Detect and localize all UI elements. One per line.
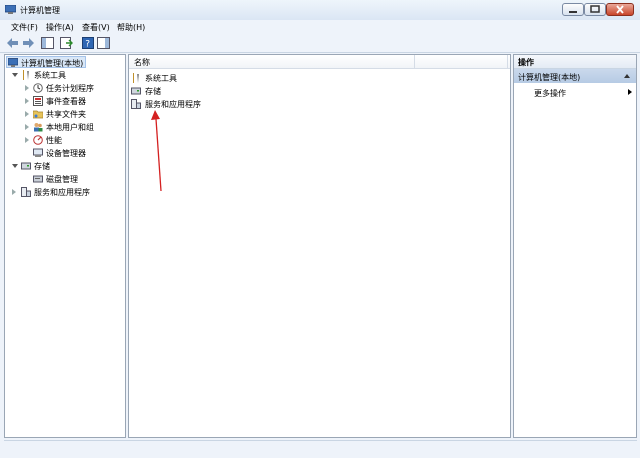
performance-icon [33,135,43,145]
actions-header: 操作 [514,55,636,69]
collapse-triangle-icon[interactable] [12,164,18,168]
actions-section-computer-management[interactable]: 计算机管理(本地) [514,69,636,83]
export-list-icon[interactable] [60,37,73,49]
column-divider[interactable] [414,55,415,68]
tree-label: 事件查看器 [46,97,86,106]
actions-pane: 操作 计算机管理(本地) 更多操作 [513,54,637,438]
toolbar: ? [0,34,640,53]
tools-icon [23,70,29,80]
tree-label: 本地用户和组 [46,123,94,132]
minimize-icon [569,11,577,13]
maximize-button[interactable] [584,3,606,16]
computer-management-icon [5,5,16,14]
tree-item-services-applications[interactable]: 服务和应用程序 [5,186,123,198]
close-button[interactable] [606,3,634,16]
storage-icon [131,87,141,95]
users-icon [34,123,43,132]
title-bar[interactable]: 计算机管理 [0,0,640,20]
show-hide-tree-icon[interactable] [41,37,54,49]
menu-bar: 文件(F) 操作(A) 查看(V) 帮助(H) [0,20,640,34]
tree-item-performance[interactable]: 性能 [5,134,123,146]
content-list-pane: 名称 系统工具 存储 服务和应用程序 [128,54,511,438]
show-hide-action-pane-icon[interactable] [97,37,110,49]
menu-file[interactable]: 文件(F) [11,22,38,33]
more-actions-label: 更多操作 [534,89,566,98]
tools-icon [133,73,139,83]
column-header-name[interactable]: 名称 [129,55,510,69]
annotation-arrow-icon [151,110,162,192]
actions-section-label: 计算机管理(本地) [518,73,581,82]
computer-management-icon [8,58,18,67]
menu-action[interactable]: 操作(A) [46,22,74,33]
tree-item-disk-management[interactable]: 磁盘管理 [5,173,123,185]
expand-triangle-icon[interactable] [25,98,29,104]
expand-triangle-icon[interactable] [25,124,29,130]
tree-label: 共享文件夹 [46,110,86,119]
more-actions-item[interactable]: 更多操作 [534,87,632,99]
column-header-label: 名称 [134,58,150,67]
tree-item-local-users-groups[interactable]: 本地用户和组 [5,121,123,133]
close-icon [616,5,624,14]
forward-arrow-icon[interactable] [22,37,35,49]
tree-item-device-manager[interactable]: 设备管理器 [5,147,123,159]
column-divider[interactable] [507,55,508,68]
device-manager-icon [33,148,43,157]
tree-label: 存储 [34,162,50,171]
tree-item-event-viewer[interactable]: 事件查看器 [5,95,123,107]
shared-folder-icon [33,110,43,119]
help-icon[interactable]: ? [82,37,95,49]
tree-item-shared-folders[interactable]: 共享文件夹 [5,108,123,120]
svg-text:?: ? [85,40,90,50]
tree-item-computer-management-local[interactable]: 计算机管理(本地) [6,56,86,68]
expand-triangle-icon[interactable] [25,137,29,143]
maximize-icon [590,5,600,13]
tree-item-system-tools[interactable]: 系统工具 [5,69,115,81]
expand-triangle-icon[interactable] [12,189,16,195]
menu-help[interactable]: 帮助(H) [117,22,145,33]
actions-header-label: 操作 [518,58,534,67]
event-viewer-icon [33,96,43,106]
collapse-triangle-icon[interactable] [12,73,18,77]
list-item-label: 存储 [145,87,161,96]
list-item-system-tools[interactable]: 系统工具 [131,71,211,84]
services-icon [131,99,141,109]
status-bar [4,440,637,455]
window-title: 计算机管理 [20,6,60,15]
tree-label: 设备管理器 [46,149,86,158]
tree-label: 性能 [46,136,62,145]
tree-label: 计算机管理(本地) [21,59,84,68]
list-item-services-applications[interactable]: 服务和应用程序 [131,97,221,110]
clock-icon [33,83,43,93]
menu-view[interactable]: 查看(V) [82,22,110,33]
list-item-storage[interactable]: 存储 [131,84,211,97]
tree-label: 磁盘管理 [46,175,78,184]
storage-icon [21,162,31,170]
minimize-button[interactable] [562,3,584,16]
list-item-label: 系统工具 [145,74,177,83]
expand-triangle-icon[interactable] [25,85,29,91]
disk-icon [33,175,43,183]
back-arrow-icon[interactable] [6,37,19,49]
tree-item-storage[interactable]: 存储 [5,160,115,172]
expand-triangle-icon[interactable] [25,111,29,117]
chevron-up-icon[interactable] [624,74,630,78]
computer-management-window: 计算机管理 文件(F) 操作(A) 查看(V) 帮助(H) ? 计算机管理(本地… [0,0,640,458]
tree-item-task-scheduler[interactable]: 任务计划程序 [5,82,123,94]
tree-label: 系统工具 [34,71,66,80]
submenu-arrow-icon [628,89,632,95]
tree-label: 任务计划程序 [46,84,94,93]
services-icon [21,187,31,197]
tree-label: 服务和应用程序 [34,188,90,197]
navigation-tree-pane: 计算机管理(本地) 系统工具 任务计划程序 事件查看器 共享文件夹 本地用户和组 [4,54,126,438]
